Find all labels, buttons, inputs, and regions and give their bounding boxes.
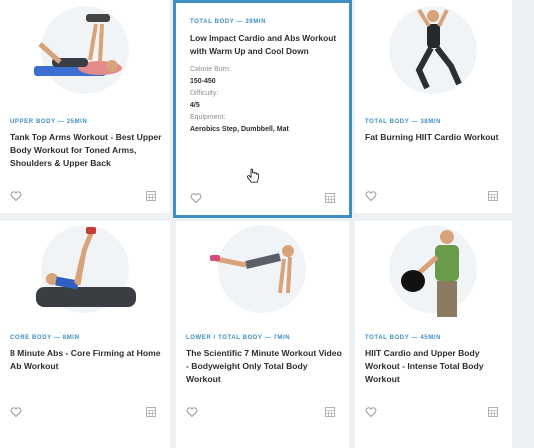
workout-image[interactable] — [176, 221, 349, 319]
workout-card[interactable]: LOWER / TOTAL BODY — 7MIN The Scientific… — [176, 221, 349, 448]
equipment-label: Equipment: — [190, 114, 226, 121]
workout-card[interactable]: UPPER BODY — 25MIN Tank Top Arms Workout… — [0, 0, 170, 213]
heart-icon[interactable] — [365, 190, 377, 202]
calorie-value: 150-450 — [190, 78, 216, 85]
hand-cursor-icon — [247, 168, 260, 183]
heart-icon[interactable] — [186, 406, 198, 418]
heart-icon[interactable] — [190, 192, 202, 204]
difficulty-label: Difficulty: — [190, 90, 219, 97]
workout-card[interactable]: TOTAL BODY — 38MIN Fat Burning HIIT Card… — [355, 0, 512, 213]
workout-image[interactable] — [355, 0, 512, 98]
workout-card[interactable]: CORE BODY — 8MIN 8 Minute Abs - Core Fir… — [0, 221, 170, 448]
card-title[interactable]: 8 Minute Abs - Core Firming at Home Ab W… — [10, 347, 164, 373]
card-category: UPPER BODY — 25MIN — [10, 119, 88, 125]
equipment-value: Aerobics Step, Dumbbell, Mat — [190, 126, 289, 133]
calendar-icon[interactable] — [488, 407, 498, 417]
card-title[interactable]: The Scientific 7 Minute Workout Video - … — [186, 347, 343, 386]
card-title[interactable]: HIIT Cardio and Upper Body Workout - Int… — [365, 347, 506, 386]
card-category: TOTAL BODY — 45MIN — [365, 335, 442, 341]
workout-grid: UPPER BODY — 25MIN Tank Top Arms Workout… — [0, 0, 534, 448]
card-title[interactable]: Fat Burning HIIT Cardio Workout — [365, 131, 506, 144]
workout-image[interactable] — [355, 221, 512, 319]
workout-image[interactable] — [0, 0, 170, 98]
heart-icon[interactable] — [10, 406, 22, 418]
calorie-label: Calorie Burn: — [190, 66, 231, 73]
heart-icon[interactable] — [365, 406, 377, 418]
card-category: CORE BODY — 8MIN — [10, 335, 80, 341]
calendar-icon[interactable] — [325, 407, 335, 417]
calendar-icon[interactable] — [146, 407, 156, 417]
calendar-icon[interactable] — [488, 191, 498, 201]
calendar-icon[interactable] — [325, 193, 335, 203]
card-category: TOTAL BODY — 38MIN — [365, 119, 442, 125]
workout-image[interactable] — [0, 221, 170, 319]
heart-icon[interactable] — [10, 190, 22, 202]
workout-card-active[interactable]: TOTAL BODY — 39MIN Low Impact Cardio and… — [173, 0, 352, 218]
workout-card[interactable]: TOTAL BODY — 45MIN HIIT Cardio and Upper… — [355, 221, 512, 448]
card-category: TOTAL BODY — 39MIN — [190, 19, 267, 25]
calendar-icon[interactable] — [146, 191, 156, 201]
card-details: Calorie Burn: 150-450 Difficulty: 4/5 Eq… — [190, 66, 341, 133]
card-title[interactable]: Low Impact Cardio and Abs Workout with W… — [190, 32, 341, 57]
card-category: LOWER / TOTAL BODY — 7MIN — [186, 335, 291, 341]
difficulty-value: 4/5 — [190, 102, 200, 109]
card-title[interactable]: Tank Top Arms Workout - Best Upper Body … — [10, 131, 164, 170]
